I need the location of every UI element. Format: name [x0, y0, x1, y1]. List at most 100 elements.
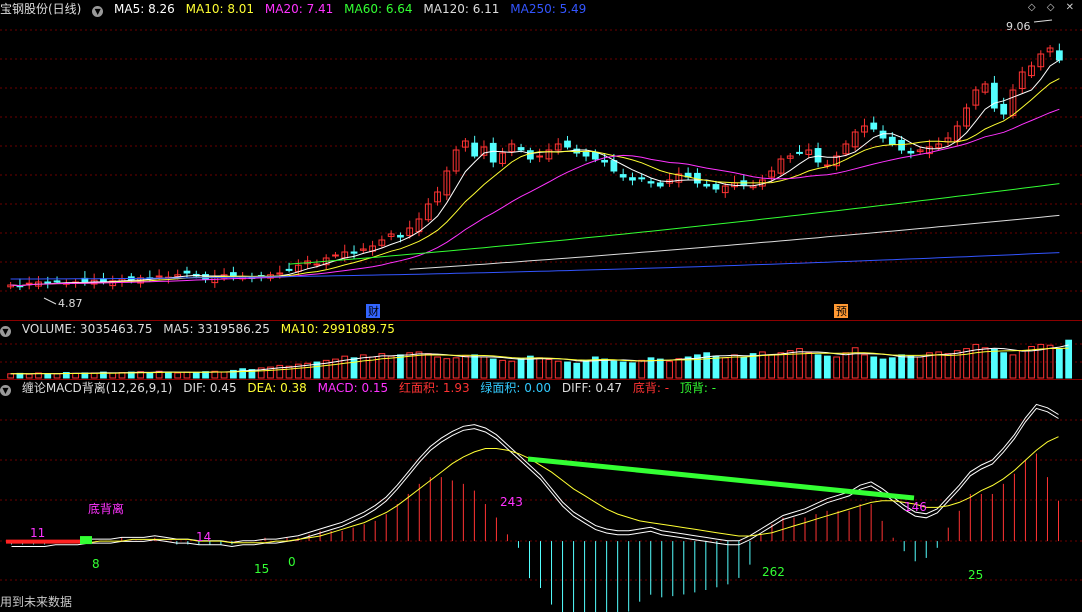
- macd-annotation: 243: [500, 495, 523, 509]
- candle: [53, 280, 61, 283]
- chevron-down-icon[interactable]: ▼: [0, 385, 11, 396]
- volume-bar: [656, 358, 664, 379]
- candle: [285, 268, 293, 271]
- volume-bar: [638, 359, 646, 379]
- ma-line: [10, 78, 1060, 287]
- dea-label: DEA: 0.38: [247, 381, 307, 395]
- volume-bar: [239, 368, 247, 379]
- candle: [526, 150, 534, 160]
- volume-bar: [146, 372, 154, 379]
- volume-bar: [666, 360, 673, 379]
- volume-bar: [25, 373, 33, 379]
- chevron-down-icon[interactable]: ▼: [92, 6, 104, 17]
- candle: [898, 139, 905, 151]
- volume-bar: [907, 355, 915, 379]
- top-divergence-label: 顶背: -: [679, 381, 717, 395]
- volume-bar: [749, 353, 757, 379]
- volume-bar: [564, 361, 571, 379]
- candle: [814, 148, 822, 163]
- window-controls[interactable]: ◇ ◇ ✕: [1028, 2, 1078, 13]
- volume-bar: [53, 373, 61, 379]
- candle: [610, 160, 618, 172]
- price-panel[interactable]: 9.06 4.87 财 预: [7, 19, 1063, 318]
- volume-bar: [768, 354, 776, 379]
- ma-label: MA120: 6.11: [423, 2, 500, 16]
- candle: [350, 251, 358, 254]
- green-area-label: 绿面积: 0.00: [480, 381, 551, 395]
- ma-label: MA60: 6.64: [344, 2, 413, 16]
- red-area-label: 红面积: 1.93: [399, 381, 470, 395]
- candle: [517, 147, 525, 151]
- volume-bar: [220, 371, 228, 379]
- candle: [1055, 50, 1063, 61]
- volume-bar: [378, 353, 386, 379]
- chart-title: 宝钢股份(日线): [0, 2, 82, 16]
- macd-panel[interactable]: 11 底背离 8 14 15 0 243 262 146 25: [6, 403, 1059, 612]
- macd-annotation: 0: [288, 555, 296, 569]
- volume-bar: [72, 372, 79, 379]
- footer-note: 用到未来数据: [0, 595, 73, 609]
- volume-bar: [44, 373, 52, 379]
- volume-bar: [554, 360, 562, 379]
- volume-bar: [814, 354, 822, 379]
- macd-annotation: 底背离: [88, 501, 124, 516]
- volume-bar: [573, 362, 581, 379]
- macd-label: MACD: 0.15: [317, 381, 389, 395]
- candle: [638, 177, 646, 180]
- volume-bar: [536, 357, 544, 379]
- ma-line: [289, 183, 1060, 265]
- divergence-marker: [80, 536, 92, 545]
- volume-ma10-label: MA10: 2991089.75: [280, 322, 395, 336]
- volume-bar: [7, 373, 15, 379]
- volume-bar: [944, 353, 952, 379]
- macd-header: ▼ 缠论MACD背离(12,26,9,1) DIF: 0.45 DEA: 0.3…: [0, 380, 723, 396]
- volume-bar: [861, 354, 868, 379]
- volume-header: ▼ VOLUME: 3035463.75 MA5: 3319586.25 MA1…: [0, 321, 402, 337]
- volume-bar: [731, 354, 738, 379]
- macd-title: 缠论MACD背离(12,26,9,1): [21, 381, 173, 395]
- candle: [1000, 103, 1008, 115]
- chevron-down-icon[interactable]: ▼: [0, 326, 11, 337]
- volume-bar: [926, 352, 933, 379]
- volume-bar: [601, 358, 608, 379]
- ma-line: [409, 214, 1060, 270]
- volume-ma5-label: MA5: 3319586.25: [163, 322, 270, 336]
- candle: [703, 183, 711, 187]
- volume-bar: [517, 358, 525, 379]
- macd-annotation: 15: [254, 562, 269, 576]
- candle: [619, 174, 627, 178]
- min-price-arrow: [43, 297, 57, 305]
- volume-bar: [610, 360, 618, 379]
- ma-label: MA250: 5.49: [510, 2, 587, 16]
- volume-bar: [823, 355, 831, 379]
- min-price-label: 4.87: [58, 297, 83, 310]
- volume-bar: [712, 355, 720, 379]
- volume-bar: [582, 359, 590, 379]
- volume-bar: [777, 352, 785, 379]
- candle: [25, 282, 33, 285]
- volume-panel[interactable]: [7, 339, 1073, 379]
- event-marker-label: 财: [368, 304, 379, 318]
- ma-label: MA20: 7.41: [264, 2, 334, 16]
- max-price-arrow: [1033, 19, 1053, 23]
- volume-bar: [341, 355, 349, 379]
- ma-label: MA10: 8.01: [185, 2, 255, 16]
- volume-bar: [851, 347, 859, 379]
- macd-annotation: 14: [196, 530, 211, 544]
- volume-bar: [916, 356, 924, 379]
- volume-bar: [963, 348, 970, 379]
- volume-bar: [109, 372, 117, 379]
- volume-bar: [879, 358, 887, 379]
- volume-bar: [1000, 352, 1008, 379]
- volume-bar: [991, 348, 998, 379]
- volume-bar: [350, 357, 358, 379]
- candle: [536, 155, 544, 158]
- volume-bar: [462, 355, 469, 379]
- stock-chart[interactable]: 9.06 4.87 财 预 11 底背离 8 14 15 0 243 262 146 25: [0, 0, 1082, 612]
- candle: [656, 182, 664, 187]
- volume-bar: [165, 371, 172, 379]
- ma-label: MA5: 8.26: [114, 2, 175, 16]
- volume-bar: [285, 365, 293, 379]
- max-price-label: 9.06: [1006, 20, 1031, 33]
- candle: [397, 234, 404, 238]
